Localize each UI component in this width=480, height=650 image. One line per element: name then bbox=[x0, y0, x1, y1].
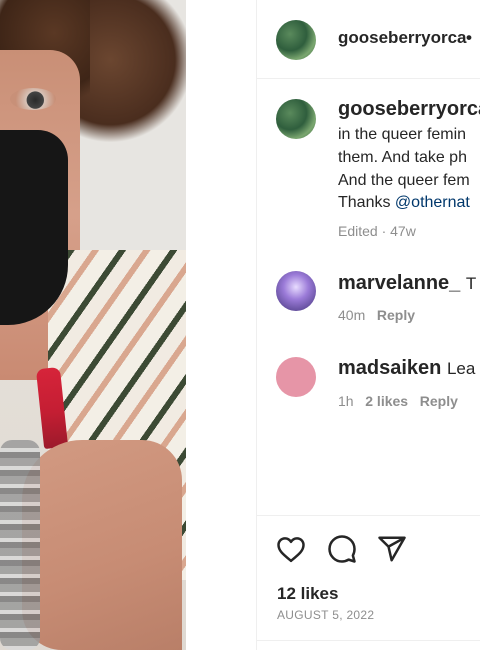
header-divider bbox=[256, 78, 480, 79]
comment-time: 1h bbox=[338, 393, 354, 409]
comment-meta: 1h 2 likes Reply bbox=[338, 393, 458, 409]
comment-username[interactable]: marvelanne_ bbox=[338, 272, 460, 294]
comment-item: madsaiken Lea bbox=[338, 357, 475, 380]
caption-line-3: And the queer fem bbox=[338, 172, 470, 189]
author-avatar[interactable] bbox=[276, 20, 316, 60]
actions-divider bbox=[256, 515, 480, 516]
panel-divider bbox=[256, 0, 257, 650]
header-dot: • bbox=[466, 28, 472, 47]
caption-mention-link[interactable]: @othernat bbox=[395, 194, 470, 211]
likes-count[interactable]: 12 likes bbox=[277, 584, 338, 604]
comment-item: marvelanne_ T bbox=[338, 272, 476, 295]
caption-username[interactable]: gooseberryorca bbox=[338, 98, 480, 121]
photo-chain bbox=[0, 440, 40, 650]
caption-line-1: in the queer femin bbox=[338, 126, 467, 143]
photo-mask bbox=[0, 130, 68, 325]
photo-eye bbox=[10, 88, 56, 110]
share-icon[interactable] bbox=[375, 532, 409, 566]
comment-text: T bbox=[465, 274, 477, 293]
caption-edited-meta: Edited · 47w bbox=[338, 223, 416, 239]
post-photo[interactable] bbox=[0, 0, 186, 650]
heart-icon[interactable] bbox=[274, 532, 308, 566]
comment-meta: 40m Reply bbox=[338, 307, 415, 323]
comment-username[interactable]: madsaiken bbox=[338, 357, 441, 379]
comment-text: Lea bbox=[446, 359, 476, 378]
comment-avatar-marvelanne[interactable] bbox=[276, 271, 316, 311]
comment-avatar-madsaiken[interactable] bbox=[276, 357, 316, 397]
caption-line-2: them. And take ph bbox=[338, 149, 467, 166]
caption-line-4: Thanks @othernat bbox=[338, 194, 470, 212]
post-date: AUGUST 5, 2022 bbox=[277, 608, 375, 622]
footer-divider bbox=[256, 640, 480, 641]
comment-time: 40m bbox=[338, 307, 366, 323]
comment-reply-button[interactable]: Reply bbox=[420, 393, 458, 409]
header-username[interactable]: gooseberryorca bbox=[338, 28, 467, 48]
comment-reply-button[interactable]: Reply bbox=[377, 307, 415, 323]
caption-avatar[interactable] bbox=[276, 99, 316, 139]
comment-icon[interactable] bbox=[325, 532, 359, 566]
photo-hand bbox=[22, 440, 182, 650]
caption-thanks-text: Thanks bbox=[338, 194, 395, 211]
comment-likes-button[interactable]: 2 likes bbox=[365, 393, 408, 409]
